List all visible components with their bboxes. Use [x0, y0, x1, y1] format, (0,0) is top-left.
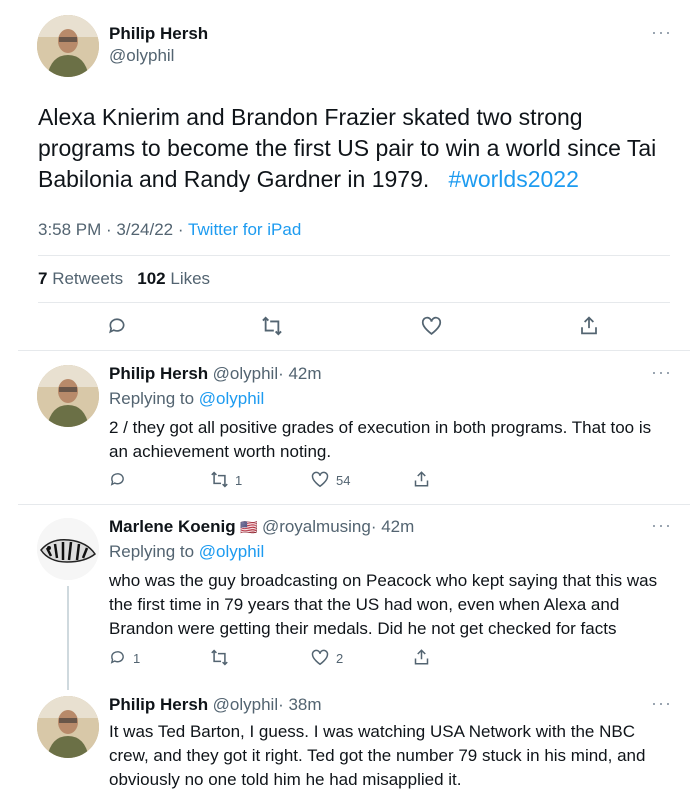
like-count: 2 [336, 651, 344, 666]
more-options-icon[interactable]: ··· [651, 515, 672, 536]
reply-author-handle[interactable]: @royalmusing [262, 517, 371, 536]
avatar[interactable] [37, 15, 99, 77]
hashtag-link[interactable]: #worlds2022 [448, 166, 578, 192]
reply-count: 1 [133, 651, 141, 666]
like-icon[interactable] [311, 649, 329, 666]
tweet-stats: 7 Retweets 102 Likes [38, 269, 210, 289]
replying-to: Replying to @olyphil [109, 542, 265, 561]
like-count: 54 [336, 473, 351, 488]
reply-time[interactable]: · 38m [278, 695, 321, 714]
tweet-meta: 3:58 PM · 3/24/22 · Twitter for iPad [38, 220, 301, 240]
more-options-icon[interactable]: ··· [651, 22, 672, 43]
avatar[interactable] [37, 518, 99, 580]
more-options-icon[interactable]: ··· [651, 362, 672, 383]
like-icon[interactable] [421, 316, 442, 336]
divider [38, 302, 670, 303]
reply-icon[interactable] [107, 316, 127, 336]
replying-to-link[interactable]: @olyphil [199, 389, 264, 408]
share-icon[interactable] [413, 470, 430, 488]
reply-icon[interactable] [109, 649, 126, 666]
author-name[interactable]: Philip Hersh [109, 24, 208, 44]
replying-to-link[interactable]: @olyphil [199, 542, 264, 561]
share-icon[interactable] [579, 315, 599, 336]
divider [18, 504, 690, 505]
retweet-icon[interactable] [210, 649, 229, 666]
reply-text: It was Ted Barton, I guess. I was watchi… [109, 722, 646, 789]
reply-icon[interactable] [109, 471, 126, 488]
reply-author-handle[interactable]: @olyphil [213, 364, 278, 383]
reply-author-name[interactable]: Marlene Koenig [109, 517, 236, 536]
reply-author-name[interactable]: Philip Hersh [109, 695, 208, 714]
share-icon[interactable] [413, 648, 430, 666]
author-handle[interactable]: @olyphil [109, 46, 174, 66]
reply-header: Marlene Koenig 🇺🇸 @royalmusing· 42m [109, 517, 414, 537]
tweet-text: Alexa Knierim and Brandon Frazier skated… [38, 102, 658, 195]
reply-text: 2 / they got all positive grades of exec… [109, 418, 652, 461]
reply-header: Philip Hersh @olyphil· 42m [109, 364, 322, 384]
flag-badge: 🇺🇸 [240, 519, 258, 535]
retweets-stat[interactable]: 7 Retweets [38, 269, 123, 288]
reply-author-handle[interactable]: @olyphil [213, 695, 278, 714]
divider [38, 255, 670, 256]
retweet-icon[interactable] [261, 316, 283, 336]
retweet-icon[interactable] [210, 471, 229, 488]
retweet-count: 1 [235, 473, 243, 488]
avatar[interactable] [37, 696, 99, 758]
reply-header: Philip Hersh @olyphil· 38m [109, 695, 322, 715]
reply-author-name[interactable]: Philip Hersh [109, 364, 208, 383]
tweet-source-link[interactable]: Twitter for iPad [188, 220, 301, 239]
more-options-icon[interactable]: ··· [651, 693, 672, 714]
divider [18, 350, 690, 351]
like-icon[interactable] [311, 471, 329, 488]
thread-line [67, 586, 69, 690]
avatar[interactable] [37, 365, 99, 427]
reply-time[interactable]: · 42m [278, 364, 321, 383]
replying-to: Replying to @olyphil [109, 389, 265, 408]
reply-text: who was the guy broadcasting on Peacock … [109, 571, 658, 638]
tweet-timestamp[interactable]: 3:58 PM · 3/24/22 · [38, 220, 188, 239]
reply-time[interactable]: · 42m [371, 517, 414, 536]
likes-stat[interactable]: 102 Likes [137, 269, 210, 288]
